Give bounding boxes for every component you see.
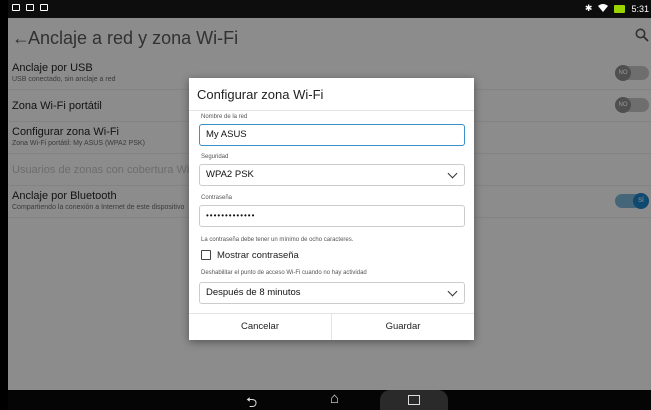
- chevron-down-icon: [447, 286, 458, 297]
- save-button[interactable]: Guardar: [332, 313, 474, 340]
- disable-hotspot-label: Deshabilitar el punto de acceso Wi-Fi cu…: [201, 270, 367, 276]
- navigation-bar: ⮌ ⌂: [8, 390, 651, 410]
- show-password-label[interactable]: Mostrar contraseña: [217, 250, 299, 261]
- battery-icon: [614, 4, 626, 13]
- status-bar: ✱ 5:31: [8, 0, 651, 18]
- configure-hotspot-dialog: Configurar zona Wi-Fi Nombre de la red M…: [189, 78, 474, 340]
- security-select-value: WPA2 PSK: [206, 169, 254, 180]
- recents-icon[interactable]: [408, 395, 420, 405]
- chevron-down-icon: [447, 168, 458, 179]
- password-input[interactable]: •••••••••••••: [199, 205, 465, 227]
- network-name-input[interactable]: My ASUS: [199, 124, 465, 146]
- disable-hotspot-select[interactable]: Después de 8 minutos: [199, 282, 465, 304]
- show-password-checkbox[interactable]: [201, 250, 211, 260]
- security-label: Seguridad: [201, 154, 229, 160]
- notification-icon: [40, 4, 48, 11]
- password-hint: La contraseña debe tener un mínimo de oc…: [201, 237, 354, 243]
- security-select[interactable]: WPA2 PSK: [199, 164, 465, 186]
- network-name-label: Nombre de la red: [201, 114, 248, 120]
- notification-icon: [12, 4, 20, 11]
- back-icon[interactable]: ⮌: [246, 392, 257, 410]
- wifi-icon: [598, 3, 609, 14]
- dialog-title: Configurar zona Wi-Fi: [197, 87, 324, 102]
- status-time: 5:31: [631, 3, 649, 14]
- divider: [189, 110, 474, 111]
- cancel-button[interactable]: Cancelar: [189, 313, 331, 340]
- bluetooth-icon: ✱: [584, 3, 593, 13]
- disable-hotspot-value: Después de 8 minutos: [206, 287, 301, 298]
- home-icon[interactable]: ⌂: [330, 390, 339, 407]
- notification-icon: [26, 4, 34, 11]
- screen: ✱ 5:31 ← Anclaje a red y zona Wi-Fi Ancl…: [8, 0, 651, 410]
- password-label: Contraseña: [201, 195, 233, 201]
